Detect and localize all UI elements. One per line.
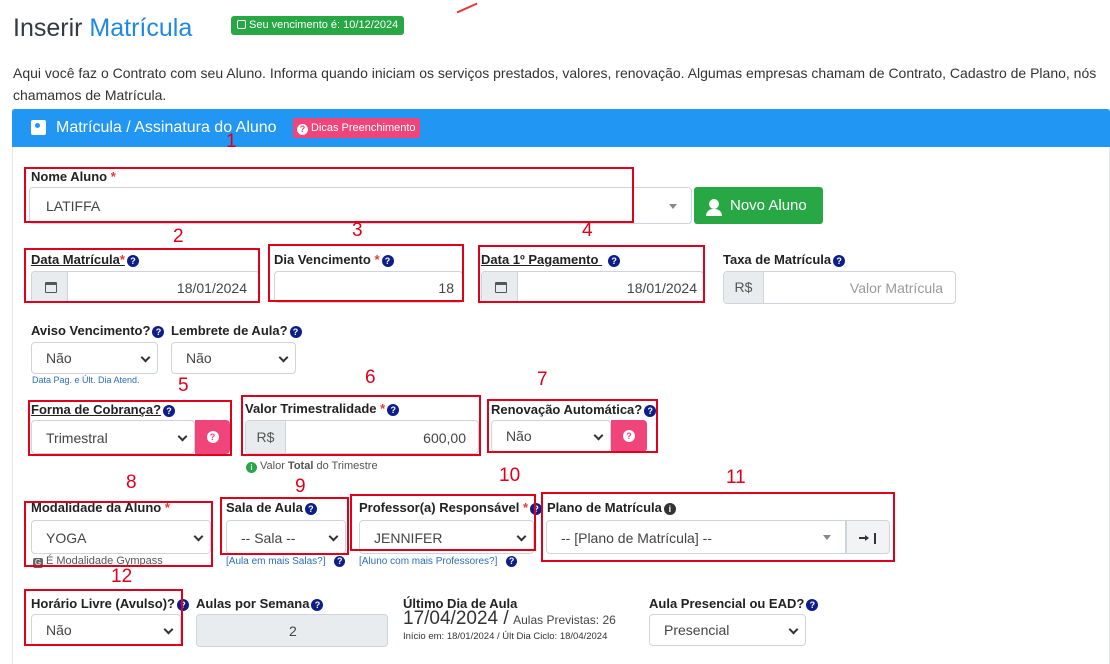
ultimo-dia-date: 17/04/2024 /: [403, 608, 509, 629]
page-description: Aqui você faz o Contrato com seu Aluno. …: [13, 65, 1097, 103]
aviso-vencimento-label: Aviso Vencimento??: [31, 323, 165, 338]
valor-total-hint: i Valor Total do Trimestre: [246, 460, 378, 473]
chevron-down-icon: [278, 352, 289, 363]
due-date-text: Seu vencimento é: 10/12/2024: [249, 19, 399, 31]
tips-badge-label: Dicas Preenchimento: [311, 122, 416, 134]
aulas-previstas: Aulas Previstas: 26: [513, 613, 616, 627]
annotation-box-4: [478, 245, 705, 303]
annotation-box-9: [220, 497, 349, 555]
help-icon: ?: [833, 255, 846, 267]
annotation-number: 10: [499, 465, 521, 486]
help-icon: ?: [506, 556, 518, 567]
annotation-number: 5: [178, 375, 189, 396]
annotation-number: 7: [537, 369, 548, 390]
tips-badge[interactable]: ? Dicas Preenchimento: [293, 118, 420, 138]
aulas-semana-value: 2: [289, 623, 297, 639]
question-icon: ?: [297, 124, 308, 135]
annotation-number: 9: [295, 476, 306, 497]
presencial-label: Aula Presencial ou EAD??: [649, 596, 819, 611]
annotation-number: 1: [226, 131, 237, 152]
ciclo-info: Início em: 18/01/2024 / Últ Dia Ciclo: 1…: [403, 631, 608, 642]
lembrete-aula-value: Não: [186, 350, 212, 366]
card-header: Matrícula / Assinatura do Aluno ? Dicas P…: [12, 109, 1110, 147]
lembrete-aula-label: Lembrete de Aula??: [171, 323, 302, 338]
annotation-number: 6: [365, 367, 376, 388]
novo-aluno-label: Novo Aluno: [730, 197, 807, 214]
annotation-box-1: [24, 167, 634, 223]
due-date-badge: Seu vencimento é: 10/12/2024: [231, 16, 405, 35]
help-icon: ?: [289, 326, 302, 338]
annotation-number: 11: [726, 467, 746, 488]
check-square-icon: [237, 20, 246, 29]
red-pen-mark: [456, 2, 478, 13]
sala-hint[interactable]: [Aula em mais Salas?] ?: [226, 556, 346, 567]
help-icon: ?: [334, 556, 346, 567]
dropdown-arrow-icon: [669, 204, 677, 209]
taxa-matricula-placeholder: Valor Matrícula: [849, 280, 943, 296]
annotation-box-12: [24, 589, 183, 646]
currency-addon: R$: [724, 272, 764, 303]
page-title-prefix: Inserir: [13, 14, 83, 42]
annotation-number: 12: [111, 566, 133, 587]
annotation-box-10: [350, 494, 536, 551]
presencial-select[interactable]: Presencial: [649, 614, 806, 646]
lembrete-aula-select[interactable]: Não: [171, 342, 296, 374]
taxa-matricula-input[interactable]: R$ Valor Matrícula: [723, 271, 956, 304]
aviso-vencimento-select[interactable]: Não: [31, 342, 158, 374]
page-title: Inserir Matrícula: [13, 14, 192, 43]
user-plus-icon: [706, 199, 722, 216]
help-icon: ?: [311, 599, 324, 611]
professor-hint[interactable]: [Aluno com mais Professores?] ?: [359, 556, 518, 567]
help-icon: ?: [806, 599, 819, 611]
card-title: Matrícula / Assinatura do Aluno: [56, 119, 277, 136]
annotation-number: 3: [352, 220, 363, 241]
annotation-box-3: [268, 244, 464, 302]
annotation-box-5: [28, 400, 232, 456]
annotation-box-2: [24, 248, 260, 303]
chevron-down-icon: [140, 352, 151, 363]
annotation-box-6: [241, 395, 481, 456]
annotation-box-11: [541, 492, 895, 562]
annotation-number: 8: [126, 472, 137, 493]
annotation-box-7: [487, 399, 658, 453]
annotation-number: 4: [582, 220, 593, 241]
novo-aluno-button[interactable]: Novo Aluno: [694, 187, 823, 224]
id-card-icon: [31, 120, 46, 135]
presencial-value: Presencial: [664, 622, 730, 638]
taxa-matricula-label: Taxa de Matrícula?: [723, 252, 846, 267]
aulas-semana-input: 2: [196, 614, 388, 647]
annotation-number: 2: [173, 226, 184, 247]
ultimo-dia-block: 17/04/2024 / Aulas Previstas: 26: [403, 608, 616, 630]
info-icon: i: [246, 462, 257, 473]
annotation-box-8: [24, 501, 213, 567]
aulas-semana-label: Aulas por Semana?: [196, 596, 324, 611]
chevron-down-icon: [788, 624, 799, 635]
aviso-vencimento-value: Não: [46, 350, 72, 366]
help-icon: ?: [152, 326, 165, 338]
page-title-accent: Matrícula: [89, 14, 193, 42]
aviso-hint: Data Pag. e Últ. Dia Atend.: [32, 375, 140, 385]
